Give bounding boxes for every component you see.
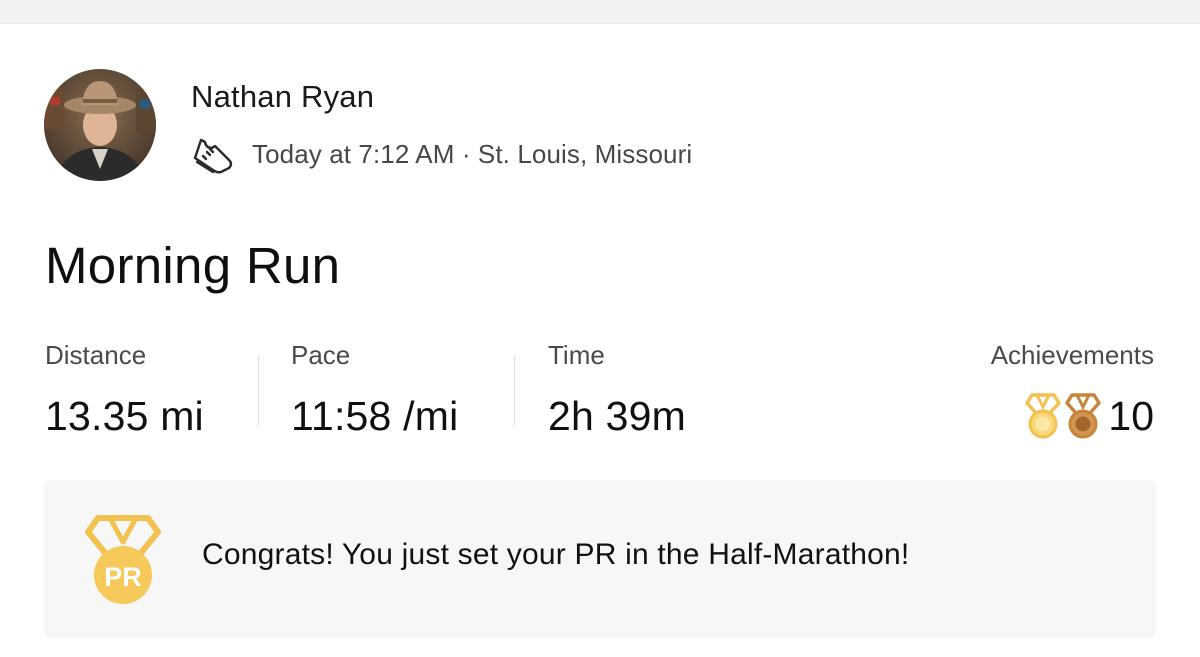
stat-time-label: Time: [548, 340, 605, 370]
activity-title[interactable]: Morning Run: [45, 236, 340, 295]
stat-divider: [514, 356, 515, 426]
stat-pace-label: Pace: [291, 340, 351, 370]
gold-medal-icon: [1024, 393, 1062, 439]
activity-meta-text: Today at 7:12 AM · St. Louis, Missouri: [252, 139, 692, 170]
pr-medal-icon: PR: [84, 514, 162, 606]
top-divider-strip: [0, 0, 1200, 24]
pr-message: Congrats! You just set your PR in the Ha…: [202, 538, 910, 571]
stat-distance: Distance 13.35 mi: [45, 338, 204, 438]
achievements-count: 10: [1108, 393, 1154, 439]
activity-location: St. Louis, Missouri: [477, 138, 693, 169]
run-shoe-icon: [191, 134, 235, 174]
avatar-photo: [44, 69, 156, 181]
activity-meta: Today at 7:12 AM · St. Louis, Missouri: [191, 134, 692, 174]
stat-pace-value: 11:58 /mi: [291, 393, 459, 439]
meta-separator: ·: [454, 138, 478, 169]
stat-distance-label: Distance: [45, 340, 147, 370]
stat-time: Time 2h 39m: [548, 338, 686, 438]
activity-timestamp: Today at 7:12 AM: [252, 138, 455, 169]
stat-divider: [258, 356, 259, 426]
achievements-label: Achievements: [990, 340, 1154, 370]
avatar[interactable]: [44, 69, 156, 181]
achievements-row: 10: [991, 392, 1154, 440]
achievements[interactable]: Achievements 10: [991, 338, 1154, 440]
stat-distance-value: 13.35 mi: [45, 393, 204, 439]
pr-banner[interactable]: PR Congrats! You just set your PR in the…: [44, 480, 1156, 638]
pr-badge-text: PR: [104, 562, 142, 592]
stat-time-value: 2h 39m: [548, 393, 686, 439]
stat-pace: Pace 11:58 /mi: [291, 338, 458, 438]
bronze-medal-icon: [1064, 393, 1102, 439]
athlete-name[interactable]: Nathan Ryan: [191, 79, 374, 115]
